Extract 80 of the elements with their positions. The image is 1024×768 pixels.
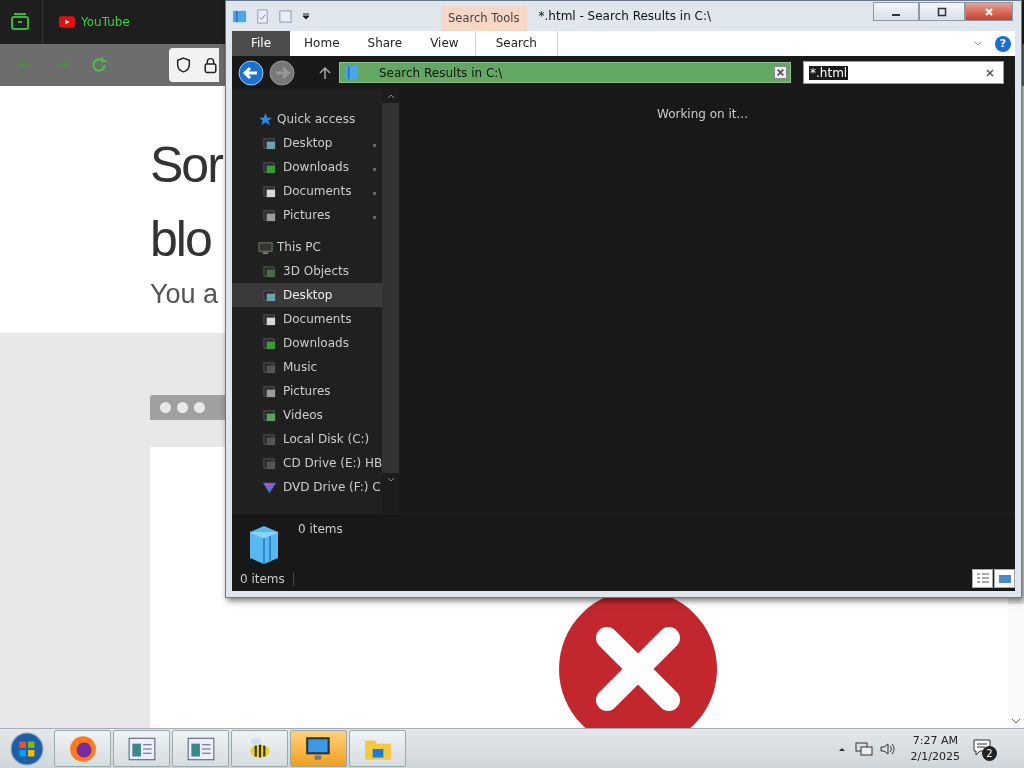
shield-icon <box>175 56 192 74</box>
notification-button[interactable]: 2 <box>972 737 996 760</box>
maximize-icon <box>937 6 947 17</box>
page-heading: Sor <box>150 136 222 195</box>
nav-item[interactable]: Quick access <box>232 107 383 131</box>
scroll-up-icon[interactable] <box>386 93 395 99</box>
close-icon <box>984 6 994 17</box>
download-icon <box>262 159 277 175</box>
play-logo-icon <box>59 16 75 28</box>
nav-item[interactable]: Desktop <box>232 283 383 307</box>
clear-icon[interactable] <box>985 67 995 78</box>
back-button[interactable] <box>238 59 264 86</box>
folder-icon <box>232 8 247 24</box>
window-title: *.html - Search Results in C:\ <box>538 8 711 25</box>
search-folder-icon <box>344 65 359 80</box>
forward-button[interactable] <box>269 59 295 86</box>
nav-item[interactable]: Downloads <box>232 155 383 179</box>
url-field[interactable] <box>169 48 219 82</box>
nav-item[interactable]: This PC <box>232 235 383 259</box>
desktop-icon <box>262 287 277 303</box>
help-button[interactable]: ? <box>995 35 1011 52</box>
star-icon <box>258 111 273 127</box>
picture-icon <box>262 383 277 399</box>
ribbon-tab[interactable]: Share <box>353 31 417 56</box>
scroll-down-icon[interactable] <box>386 477 395 483</box>
address-bar[interactable]: Search Results in C:\ <box>339 62 791 83</box>
video-icon <box>262 407 277 423</box>
dropdown-icon[interactable] <box>301 11 311 21</box>
ribbon-tab[interactable]: File <box>232 31 291 56</box>
drive-icon <box>262 455 277 471</box>
maximize-button[interactable] <box>919 2 965 21</box>
ribbon-tab[interactable]: Home <box>290 31 354 56</box>
item-count: 0 items <box>298 522 343 536</box>
download-icon <box>262 335 277 351</box>
nav-item[interactable]: Desktop <box>232 131 383 155</box>
scroll-down-icon[interactable] <box>1011 718 1021 724</box>
browser-icon <box>67 733 98 764</box>
taskbar-button[interactable] <box>54 730 111 767</box>
taskbar-button[interactable] <box>231 730 288 767</box>
close-button[interactable] <box>965 2 1013 21</box>
nav-item[interactable]: Pictures <box>232 203 383 227</box>
minimize-icon <box>892 13 900 16</box>
nav-item[interactable]: Local Disk (C:) <box>232 427 383 451</box>
nav-item[interactable]: Music <box>232 355 383 379</box>
nav-item[interactable]: Pictures <box>232 379 383 403</box>
nav-item[interactable]: Documents <box>232 179 383 203</box>
nav-item[interactable]: Documents <box>232 307 383 331</box>
clock-time[interactable]: 7:27 AM <box>912 732 958 749</box>
nav-item[interactable]: CD Drive (E:) HB <box>232 451 383 475</box>
nav-item[interactable]: 3D Objects <box>232 259 383 283</box>
scrollbar[interactable] <box>1008 604 1024 728</box>
page-heading: blo <box>150 210 211 269</box>
document-icon <box>262 183 277 199</box>
volume-icon[interactable] <box>878 740 897 757</box>
nav-item[interactable]: DVD Drive (F:) C <box>232 475 383 499</box>
contextual-tab-header: Search Tools <box>441 6 527 31</box>
nav-item[interactable]: Videos <box>232 403 383 427</box>
music-icon <box>262 359 277 375</box>
desktop-icon <box>262 135 277 151</box>
status-message: Working on it... <box>657 107 748 123</box>
list-view-icon <box>974 571 991 586</box>
scrollbar[interactable] <box>382 89 400 513</box>
drive-icon <box>262 431 277 447</box>
nav-item[interactable]: Downloads <box>232 331 383 355</box>
large-icons-button[interactable] <box>994 569 1015 588</box>
up-arrow-icon[interactable] <box>319 65 331 80</box>
document-icon <box>262 311 277 327</box>
network-icon[interactable] <box>854 740 873 757</box>
tab-list-icon[interactable] <box>10 12 30 32</box>
picture-icon <box>262 207 277 223</box>
search-field[interactable]: *.html <box>803 61 1004 84</box>
status-text: 0 items <box>240 571 294 586</box>
clock-date[interactable]: 2/1/2025 <box>910 748 960 765</box>
lock-icon <box>202 56 219 74</box>
clear-icon[interactable] <box>774 66 787 79</box>
page-subtitle: You a <box>150 278 219 311</box>
taskbar-button[interactable] <box>290 730 347 767</box>
ribbon-tab[interactable]: View <box>416 31 473 56</box>
browser-tab[interactable]: YouTube <box>55 11 134 33</box>
computer-icon <box>258 239 273 255</box>
